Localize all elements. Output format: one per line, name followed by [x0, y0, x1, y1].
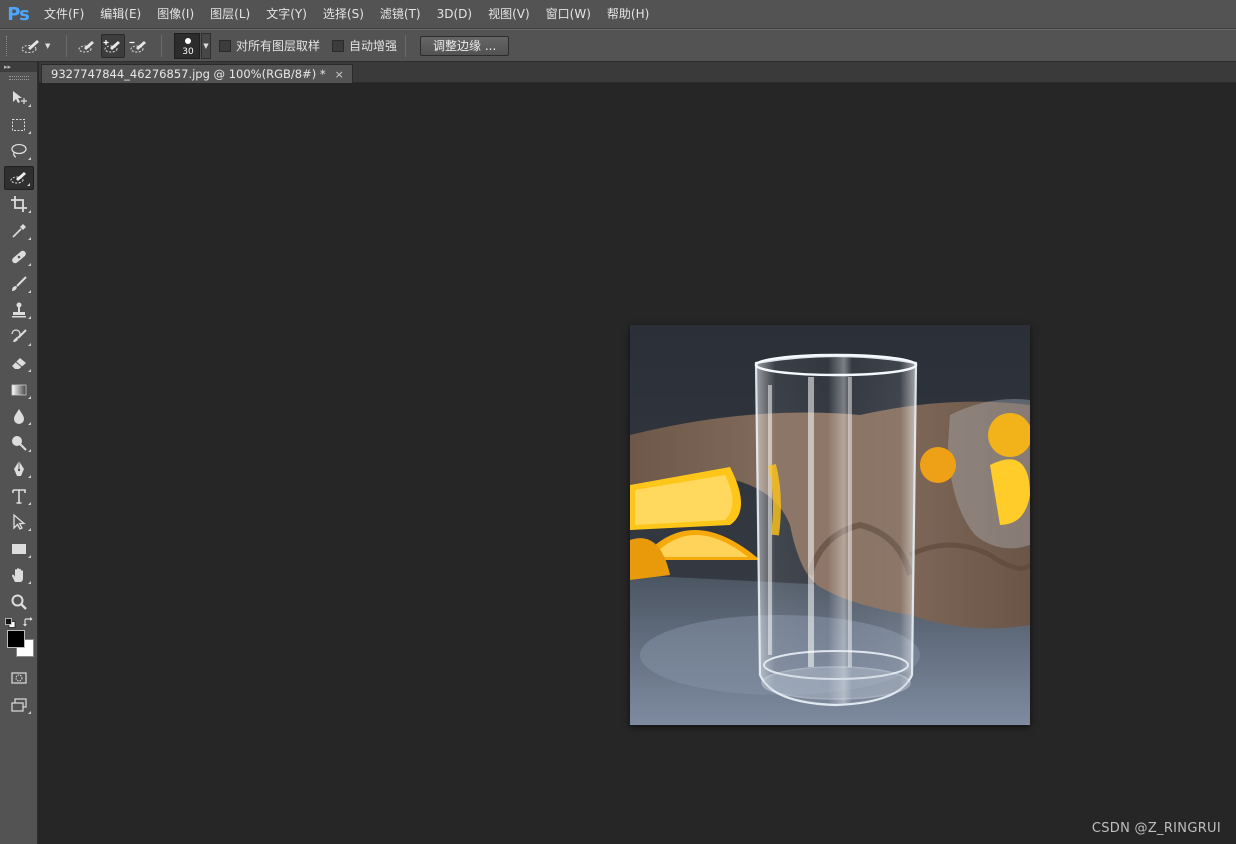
- gradient-icon: [11, 384, 26, 395]
- photoshop-logo: Ps: [7, 3, 30, 25]
- quick-selection-icon: [10, 171, 26, 183]
- clone-stamp-tool[interactable]: [4, 298, 34, 322]
- menu-3d[interactable]: 3D(D): [429, 0, 480, 29]
- lasso-tool[interactable]: [4, 139, 34, 163]
- subtract-selection-icon: [129, 40, 146, 52]
- screen-mode-icon: [10, 697, 27, 712]
- stamp-icon: [11, 302, 26, 318]
- rectangle-tool[interactable]: [4, 537, 34, 561]
- menu-file[interactable]: 文件(F): [36, 0, 92, 29]
- quick-mask-button[interactable]: [4, 666, 34, 690]
- eraser-icon: [11, 358, 26, 369]
- zoom-icon: [11, 594, 27, 610]
- add-to-selection-button[interactable]: [101, 33, 125, 58]
- brush-picker-dropdown[interactable]: ▼: [201, 32, 211, 59]
- glass-shape: [754, 353, 918, 707]
- pen-tool[interactable]: [4, 457, 34, 481]
- canvas-area[interactable]: CSDN @Z_RINGRUI: [39, 83, 1236, 844]
- sample-all-layers-checkbox[interactable]: [219, 39, 231, 52]
- type-icon: [11, 488, 26, 504]
- menu-image[interactable]: 图像(I): [149, 0, 202, 29]
- brush-icon: [11, 275, 27, 291]
- menu-bar: Ps 文件(F) 编辑(E) 图像(I) 图层(L) 文字(Y) 选择(S) 滤…: [0, 0, 1236, 29]
- auto-enhance-checkbox[interactable]: [332, 39, 345, 52]
- options-separator: [405, 34, 407, 57]
- eyedropper-tool[interactable]: [4, 219, 34, 243]
- add-to-selection-icon: [103, 39, 120, 52]
- subtract-from-selection-button[interactable]: [127, 34, 151, 58]
- close-icon[interactable]: ×: [335, 68, 344, 81]
- auto-enhance-option[interactable]: 自动增强: [332, 37, 397, 54]
- watermark: CSDN @Z_RINGRUI: [1091, 821, 1221, 836]
- options-separator: [66, 34, 67, 57]
- quick-selection-tool[interactable]: [3, 165, 34, 190]
- document-tab[interactable]: 9327747844_46276857.jpg @ 100%(RGB/8#) *…: [41, 64, 353, 83]
- crop-tool[interactable]: [4, 192, 34, 216]
- gradient-tool[interactable]: [4, 378, 34, 402]
- marquee-tool[interactable]: [4, 113, 34, 137]
- menu-window[interactable]: 窗口(W): [538, 0, 599, 29]
- document-image[interactable]: [630, 325, 1030, 725]
- eraser-tool[interactable]: [4, 351, 34, 375]
- sample-all-layers-label: 对所有图层取样: [236, 39, 321, 53]
- foreground-color-swatch[interactable]: [6, 630, 25, 648]
- brush-tool[interactable]: [4, 272, 34, 296]
- bandage-icon: [11, 250, 26, 264]
- history-brush-icon: [10, 328, 27, 342]
- new-selection-button[interactable]: [75, 34, 99, 58]
- menu-select[interactable]: 选择(S): [315, 0, 372, 29]
- quick-selection-icon: [21, 39, 39, 53]
- new-selection-icon: [78, 40, 94, 52]
- healing-brush-tool[interactable]: [4, 245, 34, 269]
- menu-help[interactable]: 帮助(H): [599, 0, 657, 29]
- glass-photo-image: [630, 325, 1030, 725]
- path-selection-tool[interactable]: [4, 510, 34, 534]
- color-swatches: [2, 616, 36, 662]
- hand-tool[interactable]: [4, 563, 34, 587]
- rect-marquee-icon: [11, 118, 25, 131]
- rectangle-icon: [11, 543, 26, 554]
- lasso-icon: [10, 143, 27, 158]
- menu-edit[interactable]: 编辑(E): [92, 0, 149, 29]
- crop-icon: [10, 196, 27, 212]
- tools-panel-grip[interactable]: [8, 76, 29, 80]
- history-brush-tool[interactable]: [4, 325, 34, 349]
- eyedropper-icon: [11, 223, 26, 238]
- options-separator: [161, 34, 162, 57]
- document-tab-bar: 9327747844_46276857.jpg @ 100%(RGB/8#) *…: [39, 62, 1236, 83]
- menu-layer[interactable]: 图层(L): [202, 0, 258, 29]
- dodge-tool[interactable]: [4, 431, 34, 455]
- default-colors-icon[interactable]: [4, 618, 16, 628]
- menu-type[interactable]: 文字(Y): [258, 0, 315, 29]
- blur-drop-icon: [13, 409, 24, 424]
- quick-mask-icon: [10, 672, 27, 684]
- path-selection-icon: [12, 513, 26, 530]
- document-tab-title: 9327747844_46276857.jpg @ 100%(RGB/8#) *: [51, 67, 326, 81]
- brush-tip-icon: [185, 37, 191, 44]
- menu-filter[interactable]: 滤镜(T): [372, 0, 429, 29]
- refine-edge-button[interactable]: 调整边缘 ...: [420, 35, 510, 56]
- tools-panel: ▸▸: [0, 62, 38, 844]
- brush-picker[interactable]: 30: [174, 32, 200, 59]
- tools-panel-collapse[interactable]: ▸▸: [0, 62, 37, 72]
- auto-enhance-label: 自动增强: [349, 39, 398, 53]
- screen-mode-button[interactable]: [4, 693, 34, 717]
- hand-icon: [11, 568, 23, 582]
- move-icon: [12, 91, 27, 104]
- chevron-down-icon: ▼: [45, 41, 51, 50]
- menu-view[interactable]: 视图(V): [480, 0, 538, 29]
- options-bar-grip[interactable]: [6, 35, 12, 56]
- sample-all-layers-option[interactable]: 对所有图层取样: [219, 37, 320, 54]
- brush-size-value: 30: [182, 46, 194, 57]
- pen-icon: [13, 461, 24, 476]
- tool-preset-picker[interactable]: ▼: [20, 34, 58, 58]
- zoom-tool[interactable]: [4, 590, 34, 614]
- move-tool[interactable]: [4, 86, 34, 110]
- blur-tool[interactable]: [4, 404, 34, 428]
- chevron-down-icon: ▼: [203, 41, 209, 50]
- type-tool[interactable]: [4, 484, 34, 508]
- swap-colors-icon[interactable]: [22, 617, 34, 628]
- dodge-icon: [11, 435, 27, 451]
- options-bar: ▼ 30 ▼ 对所有图层取样 自动增强 调整边缘 ...: [0, 29, 1236, 62]
